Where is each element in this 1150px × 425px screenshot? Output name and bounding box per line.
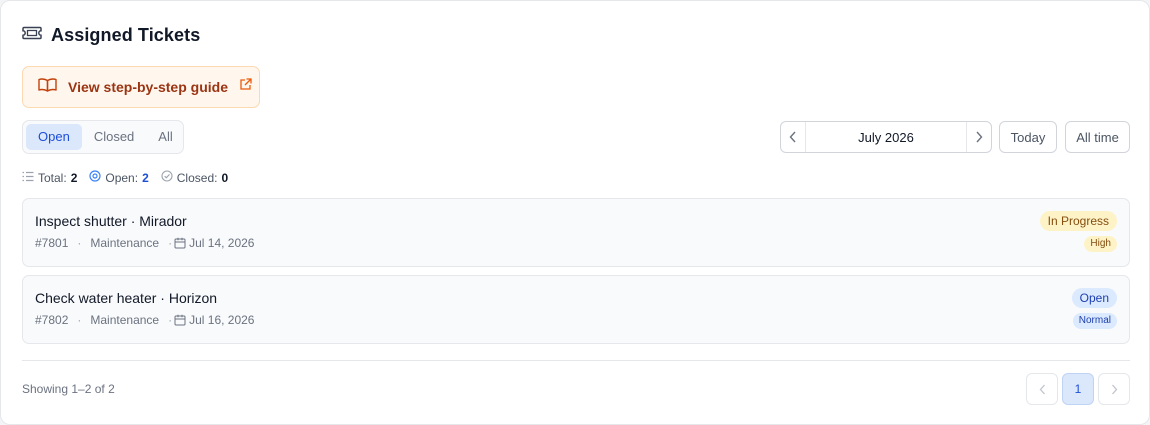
separator-dot: · — [77, 313, 82, 327]
ticket-category: Maintenance — [90, 313, 160, 327]
closed-value: 0 — [221, 170, 229, 185]
external-link-icon — [239, 78, 252, 96]
open-stat: Open: 2 — [89, 170, 149, 185]
ticket-meta: #7801 · Maintenance · Jul 14, 2026 — [35, 236, 254, 250]
month-navigator: July 2026 — [780, 121, 992, 153]
book-icon — [38, 77, 57, 98]
all-time-button[interactable]: All time — [1065, 121, 1130, 153]
total-stat: Total: 2 — [22, 171, 77, 185]
page-button-current[interactable]: 1 — [1062, 373, 1094, 405]
previous-month-button[interactable] — [781, 122, 805, 152]
card-header: Assigned Tickets — [22, 25, 200, 46]
previous-page-button[interactable] — [1026, 373, 1058, 405]
ticket-row[interactable]: Inspect shutter · Mirador #7801 · Mainte… — [22, 198, 1130, 267]
ticket-date: Jul 16, 2026 — [174, 313, 254, 327]
step-by-step-guide-link[interactable]: View step-by-step guide — [22, 66, 260, 108]
tab-closed[interactable]: Closed — [82, 124, 146, 150]
priority-badge: Normal — [1072, 313, 1117, 329]
ticket-category: Maintenance — [90, 236, 160, 250]
closed-stat: Closed: 0 — [161, 170, 228, 185]
calendar-icon — [174, 314, 186, 326]
status-filter-tabs: Open Closed All — [22, 120, 184, 154]
page-title: Assigned Tickets — [51, 25, 201, 45]
footer-divider — [22, 360, 1130, 361]
separator-dot: · — [168, 313, 173, 327]
guide-label: View step-by-step guide — [68, 79, 228, 95]
open-circle-icon — [89, 170, 101, 185]
status-badge: In Progress — [1039, 211, 1117, 231]
total-label: Total: — [38, 170, 67, 185]
tab-open[interactable]: Open — [26, 124, 82, 150]
ticket-title: Inspect shutter · Mirador — [35, 213, 187, 229]
open-label: Open: — [105, 170, 139, 185]
ticket-id: #7802 — [35, 313, 69, 327]
list-icon — [22, 171, 34, 185]
chevron-left-icon — [1039, 384, 1045, 394]
next-month-button[interactable] — [967, 122, 991, 152]
next-page-button[interactable] — [1098, 373, 1130, 405]
ticket-date-text: Jul 14, 2026 — [189, 236, 255, 250]
chevron-right-icon — [1111, 384, 1117, 394]
status-badge: Open — [1071, 288, 1117, 308]
total-value: 2 — [70, 170, 78, 185]
ticket-meta: #7802 · Maintenance · Jul 16, 2026 — [35, 313, 254, 327]
priority-badge: High — [1084, 236, 1117, 252]
ticket-date-text: Jul 16, 2026 — [189, 313, 255, 327]
pagination-summary: Showing 1–2 of 2 — [22, 382, 115, 396]
ticket-icon — [22, 25, 42, 46]
current-month[interactable]: July 2026 — [805, 122, 967, 152]
chevron-right-icon — [976, 131, 983, 143]
closed-label: Closed: — [176, 170, 218, 185]
ticket-title: Check water heater · Horizon — [35, 290, 218, 306]
chevron-left-icon — [789, 131, 796, 143]
tab-all[interactable]: All — [146, 124, 184, 150]
open-value: 2 — [142, 170, 149, 185]
assigned-tickets-card: Assigned Tickets View step-by-step guide… — [0, 0, 1150, 425]
ticket-row[interactable]: Check water heater · Horizon #7802 · Mai… — [22, 275, 1130, 344]
separator-dot: · — [168, 236, 173, 250]
today-button[interactable]: Today — [999, 121, 1057, 153]
separator-dot: · — [77, 236, 82, 250]
ticket-date: Jul 14, 2026 — [174, 236, 254, 250]
ticket-stats: Total: 2 Open: 2 Closed: 0 — [22, 170, 240, 185]
ticket-id: #7801 — [35, 236, 69, 250]
check-circle-icon — [161, 170, 173, 185]
calendar-icon — [174, 237, 186, 249]
